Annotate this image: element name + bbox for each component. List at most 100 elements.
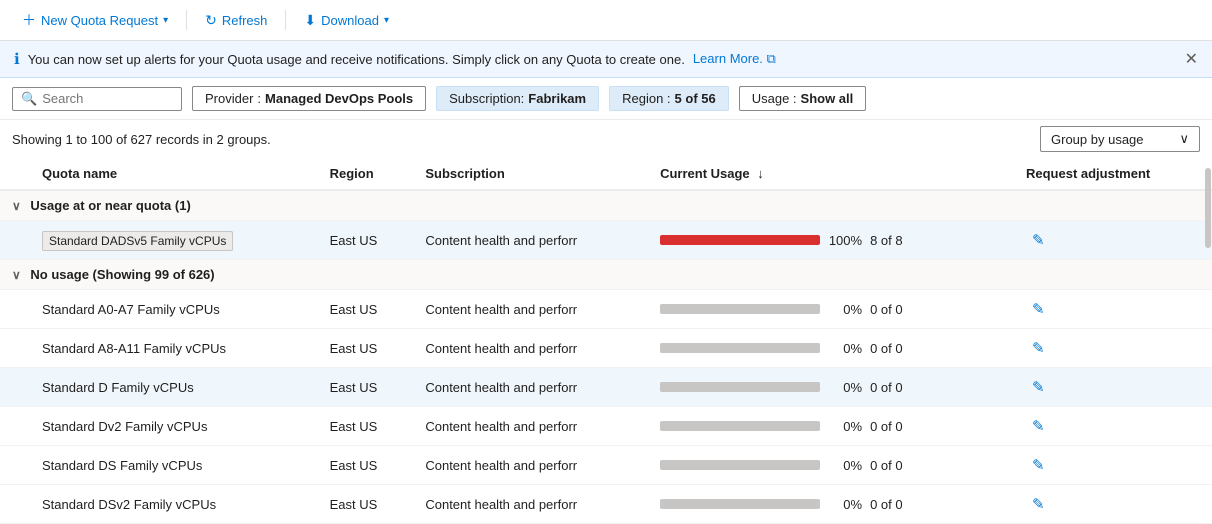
row-quota-name: Standard A8-A11 Family vCPUs	[30, 329, 318, 368]
row-adjustment: ✎	[1014, 221, 1212, 260]
region-value: 5 of 56	[675, 91, 716, 106]
edit-button[interactable]: ✎	[1026, 376, 1051, 398]
col-current-usage[interactable]: Current Usage ↓	[648, 158, 1014, 190]
download-chevron: ▾	[384, 15, 389, 26]
usage-count: 8 of 8	[870, 233, 910, 248]
table-row[interactable]: Standard DSv2 Family vCPUs East US Conte…	[0, 485, 1212, 524]
table-container: Quota name Region Subscription Current U…	[0, 158, 1212, 524]
toolbar: ＋ New Quota Request ▾ ↻ Refresh ⬇ Downlo…	[0, 0, 1212, 41]
region-label: Region :	[622, 91, 670, 106]
usage-filter-chip[interactable]: Usage : Show all	[739, 86, 867, 111]
table-row[interactable]: Standard DADSv5 Family vCPUs East US Con…	[0, 221, 1212, 260]
provider-filter-chip[interactable]: Provider : Managed DevOps Pools	[192, 86, 426, 111]
table-row[interactable]: Standard D Family vCPUs East US Content …	[0, 368, 1212, 407]
table-row[interactable]: Standard A0-A7 Family vCPUs East US Cont…	[0, 290, 1212, 329]
usage-percentage: 0%	[828, 380, 862, 395]
row-quota-name: Standard DS Family vCPUs	[30, 446, 318, 485]
provider-label: Provider	[205, 91, 253, 106]
quota-name: Standard A0-A7 Family vCPUs	[42, 302, 220, 317]
row-expand-cell	[0, 368, 30, 407]
row-adjustment: ✎	[1014, 290, 1212, 329]
group-header-cell: ∨ Usage at or near quota (1)	[0, 190, 1212, 221]
sort-icon: ↓	[757, 166, 764, 181]
table-row[interactable]: Standard Dv2 Family vCPUs East US Conten…	[0, 407, 1212, 446]
row-subscription: Content health and perforr	[413, 290, 648, 329]
row-region: East US	[318, 485, 414, 524]
subscription-filter-chip[interactable]: Subscription: Fabrikam	[436, 86, 599, 111]
col-expand	[0, 158, 30, 190]
usage-count: 0 of 0	[870, 497, 910, 512]
download-button[interactable]: ⬇ Download ▾	[294, 8, 399, 33]
collapse-icon[interactable]: ∨	[12, 268, 21, 282]
edit-button[interactable]: ✎	[1026, 454, 1051, 476]
row-expand-cell	[0, 485, 30, 524]
edit-button[interactable]: ✎	[1026, 493, 1051, 515]
progress-bar-wrap	[660, 460, 820, 470]
edit-button[interactable]: ✎	[1026, 337, 1051, 359]
banner-close-button[interactable]: ✕	[1185, 49, 1198, 69]
row-region: East US	[318, 290, 414, 329]
edit-button[interactable]: ✎	[1026, 415, 1051, 437]
usage-percentage: 0%	[828, 302, 862, 317]
group-header-label: Usage at or near quota (1)	[30, 198, 190, 213]
learn-more-link[interactable]: Learn More. ⧉	[693, 51, 776, 67]
row-usage: 0% 0 of 0	[648, 368, 1014, 407]
banner-text: You can now set up alerts for your Quota…	[28, 52, 685, 67]
quota-name: Standard D Family vCPUs	[42, 380, 194, 395]
table-row[interactable]: Standard DS Family vCPUs East US Content…	[0, 446, 1212, 485]
new-quota-label: New Quota Request	[41, 13, 158, 28]
refresh-button[interactable]: ↻ Refresh	[195, 8, 277, 33]
usage-percentage: 100%	[828, 233, 862, 248]
row-subscription: Content health and perforr	[413, 446, 648, 485]
edit-button[interactable]: ✎	[1026, 229, 1051, 251]
row-quota-name: Standard DADSv5 Family vCPUs	[30, 221, 318, 260]
summary-bar: Showing 1 to 100 of 627 records in 2 gro…	[0, 120, 1212, 158]
usage-percentage: 0%	[828, 458, 862, 473]
region-filter-chip[interactable]: Region : 5 of 56	[609, 86, 729, 111]
toolbar-divider-2	[285, 10, 286, 30]
row-expand-cell	[0, 446, 30, 485]
row-region: East US	[318, 446, 414, 485]
usage-count: 0 of 0	[870, 341, 910, 356]
row-usage: 0% 0 of 0	[648, 407, 1014, 446]
group-header-row[interactable]: ∨ Usage at or near quota (1)	[0, 190, 1212, 221]
learn-more-text: Learn More.	[693, 51, 763, 66]
row-expand-cell	[0, 221, 30, 260]
usage-label: Usage :	[752, 91, 797, 106]
usage-value: Show all	[801, 91, 854, 106]
quota-name: Standard DS Family vCPUs	[42, 458, 202, 473]
scroll-indicator[interactable]	[1204, 158, 1212, 524]
progress-bar-wrap	[660, 421, 820, 431]
summary-groups-text: 2 groups.	[217, 132, 271, 147]
row-region: East US	[318, 221, 414, 260]
subscription-label: Subscription:	[449, 91, 524, 106]
filter-row: 🔍 Provider : Managed DevOps Pools Subscr…	[0, 78, 1212, 120]
collapse-icon[interactable]: ∨	[12, 199, 21, 213]
edit-button[interactable]: ✎	[1026, 298, 1051, 320]
search-input[interactable]	[42, 91, 173, 106]
col-subscription: Subscription	[413, 158, 648, 190]
row-region: East US	[318, 329, 414, 368]
group-header-row[interactable]: ∨ No usage (Showing 99 of 626)	[0, 260, 1212, 290]
new-quota-button[interactable]: ＋ New Quota Request ▾	[12, 6, 178, 34]
row-quota-name: Standard DSv2 Family vCPUs	[30, 485, 318, 524]
quota-chip: Standard DADSv5 Family vCPUs	[42, 231, 233, 251]
learn-more-icon: ⧉	[767, 51, 776, 66]
search-box[interactable]: 🔍	[12, 87, 182, 111]
row-adjustment: ✎	[1014, 485, 1212, 524]
table-row[interactable]: Standard A8-A11 Family vCPUs East US Con…	[0, 329, 1212, 368]
row-quota-name: Standard Dv2 Family vCPUs	[30, 407, 318, 446]
row-expand-cell	[0, 329, 30, 368]
row-usage: 0% 0 of 0	[648, 446, 1014, 485]
usage-percentage: 0%	[828, 341, 862, 356]
table-body: ∨ Usage at or near quota (1) Standard DA…	[0, 190, 1212, 524]
row-expand-cell	[0, 290, 30, 329]
info-banner: ℹ You can now set up alerts for your Quo…	[0, 41, 1212, 78]
summary-text: Showing 1 to 100 of 627 records in 2 gro…	[12, 132, 271, 147]
quota-name: Standard A8-A11 Family vCPUs	[42, 341, 226, 356]
progress-bar-fill	[660, 235, 820, 245]
progress-bar-wrap	[660, 235, 820, 245]
row-subscription: Content health and perforr	[413, 485, 648, 524]
row-usage: 0% 0 of 0	[648, 329, 1014, 368]
group-by-dropdown[interactable]: Group by usage ∨	[1040, 126, 1200, 152]
